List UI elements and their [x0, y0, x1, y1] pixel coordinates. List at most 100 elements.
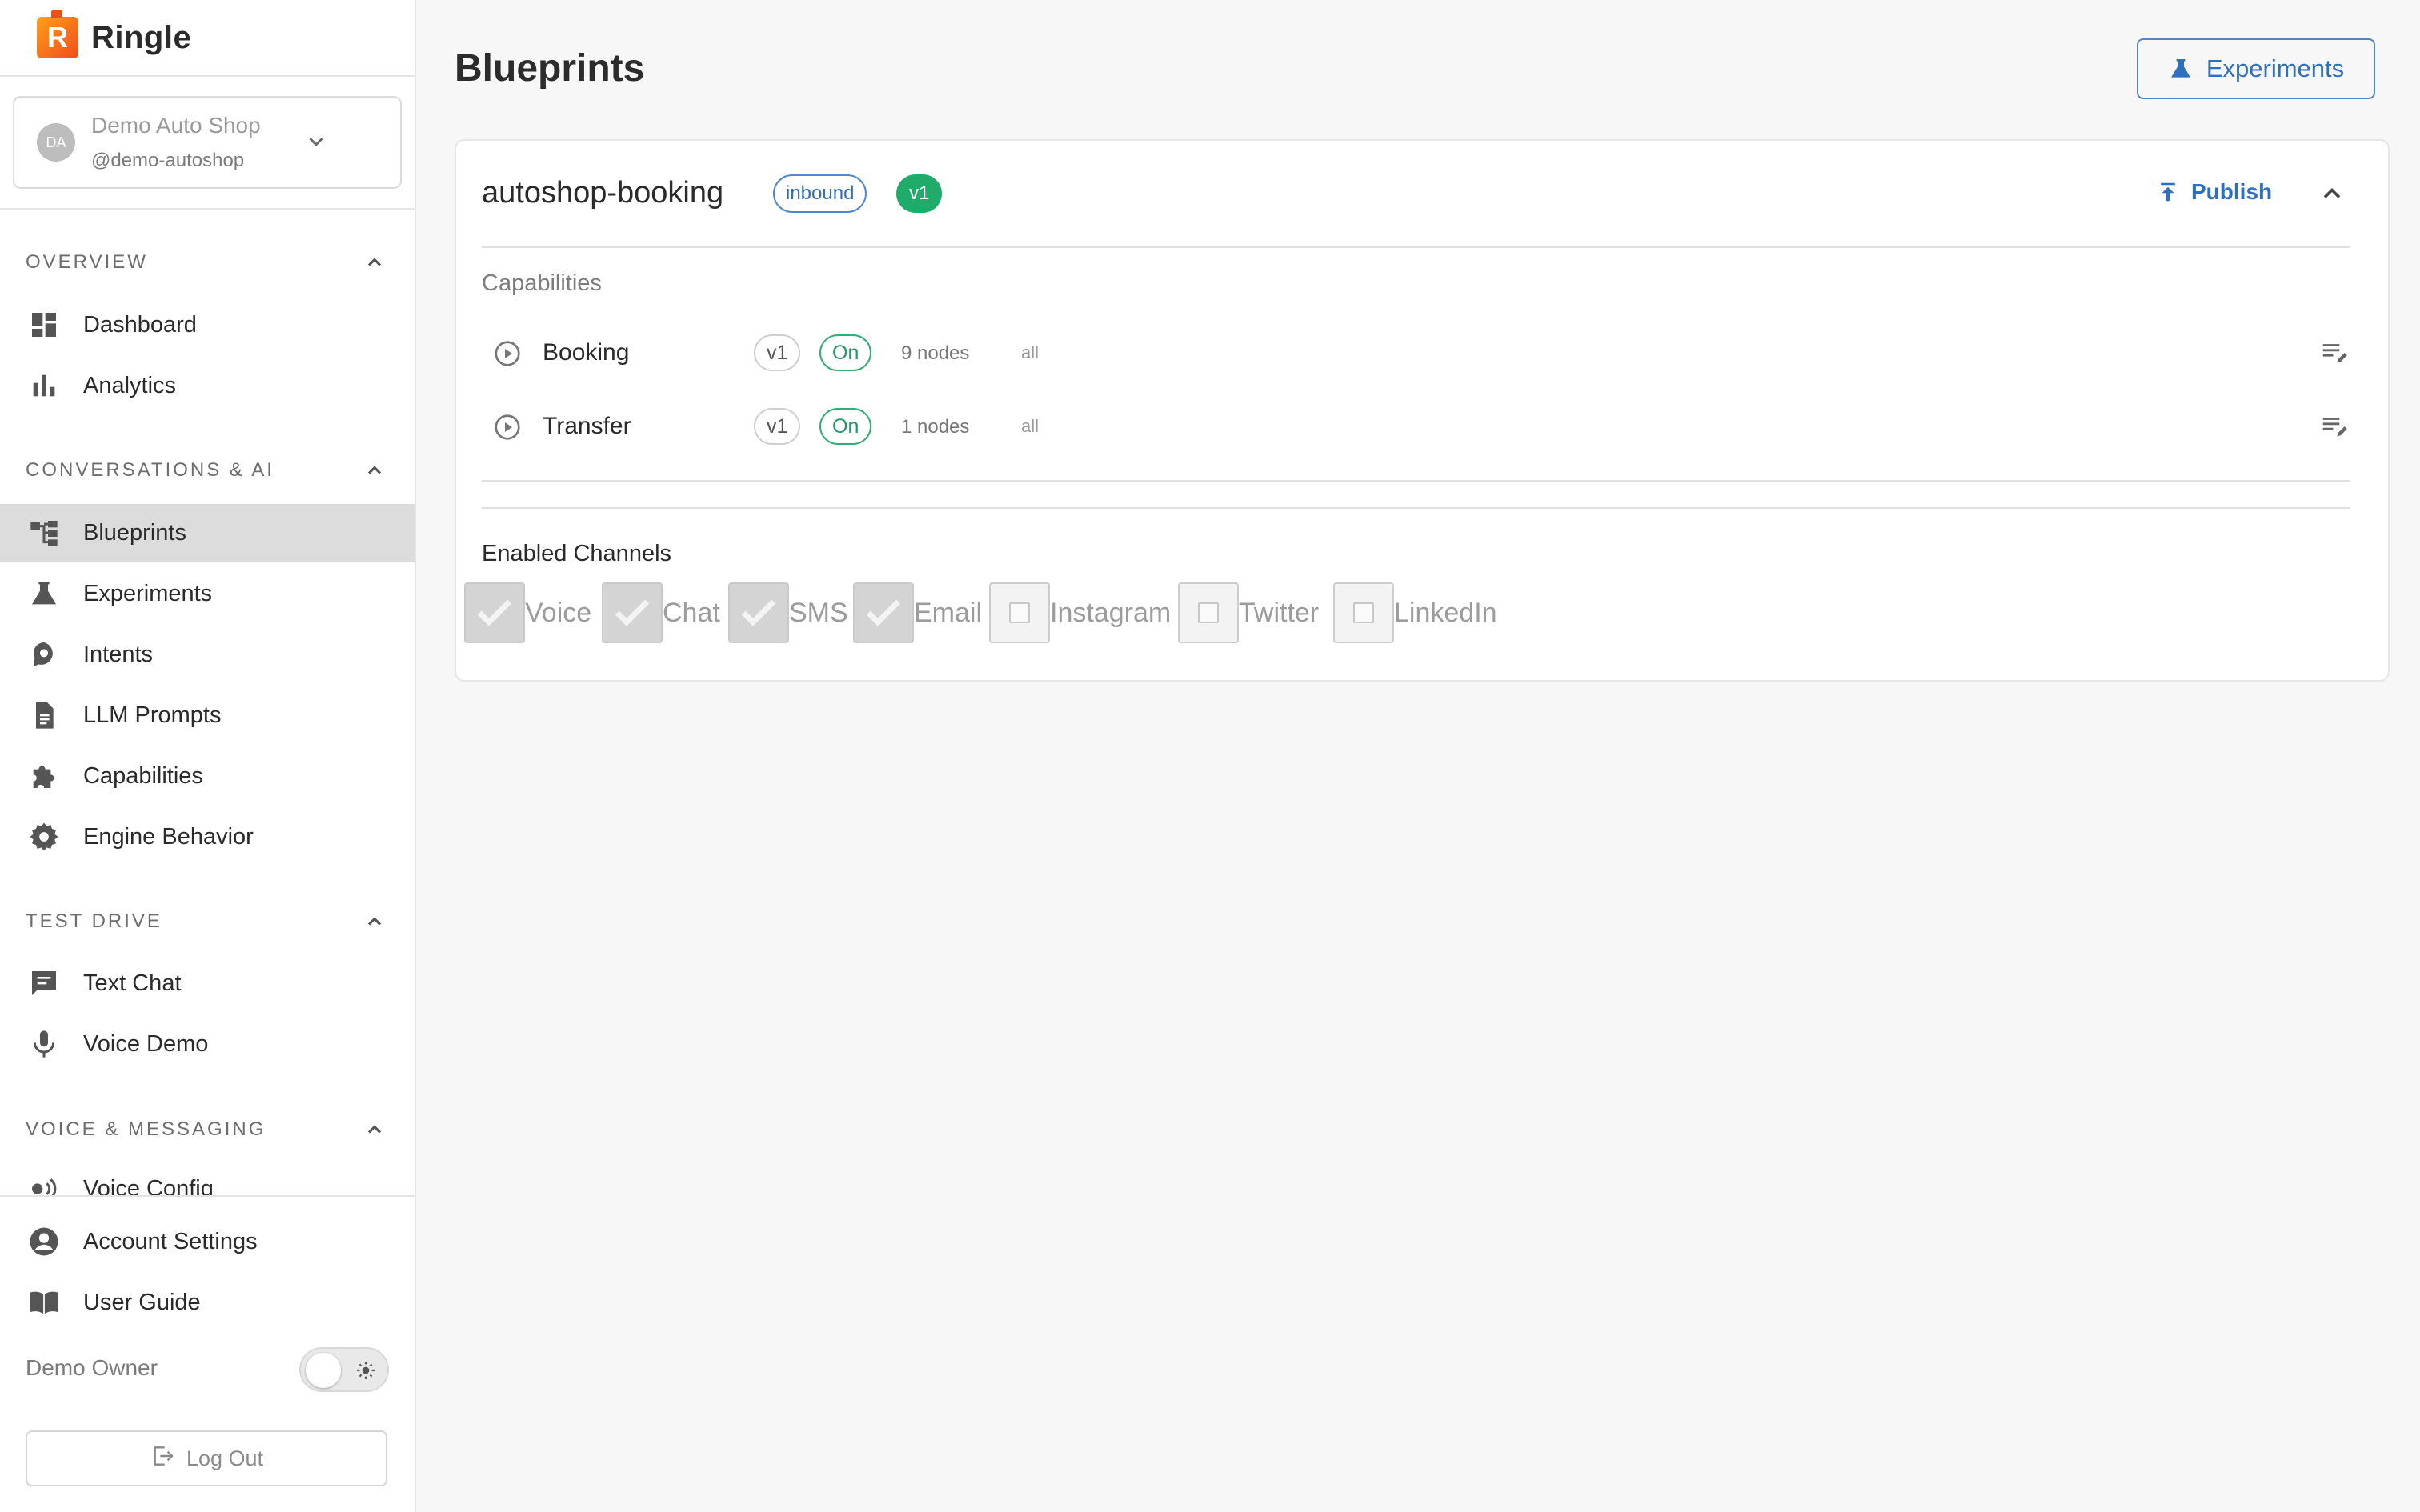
channel-instagram[interactable]: Instagram — [989, 582, 1171, 643]
edit-list-icon[interactable] — [2319, 338, 2350, 372]
sidebar-item-label: LLM Prompts — [83, 702, 222, 728]
sidebar-item-dashboard[interactable]: Dashboard — [0, 296, 415, 354]
capability-version-badge: v1 — [754, 334, 801, 371]
toggle-knob — [306, 1353, 341, 1388]
capability-scope: all — [1021, 342, 1040, 362]
sidebar-item-label: Blueprints — [83, 519, 186, 546]
capabilities-title: Capabilities — [482, 270, 602, 296]
capability-row-booking: Booking v1 On 9 nodes all — [482, 331, 2350, 376]
theme-toggle[interactable] — [299, 1347, 389, 1392]
channel-twitter[interactable]: Twitter — [1178, 582, 1319, 643]
section-title: OVERVIEW — [26, 251, 148, 273]
logo-icon: R — [37, 10, 78, 58]
chevron-up-icon — [367, 466, 382, 474]
experiments-button-label: Experiments — [2206, 54, 2345, 82]
checkbox-inner — [1009, 602, 1030, 623]
chevron-up-icon — [367, 258, 382, 266]
checkbox-checked-icon[interactable] — [464, 582, 525, 643]
section-title: TEST DRIVE — [26, 910, 162, 932]
chevron-down-icon — [304, 130, 328, 158]
flask-icon — [27, 577, 61, 610]
section-header-test-drive[interactable]: TEST DRIVE — [26, 910, 386, 933]
sidebar-item-label: Experiments — [83, 580, 213, 606]
main-content: Blueprints Experiments autoshop-booking … — [416, 0, 2420, 1512]
puzzle-icon — [27, 759, 61, 793]
sidebar-item-intents[interactable]: Intents — [0, 626, 415, 683]
chat-icon — [27, 966, 61, 1000]
sidebar-item-label: Analytics — [83, 372, 177, 398]
sidebar-item-account-settings[interactable]: Account Settings — [0, 1213, 415, 1270]
channel-label: Chat — [663, 597, 720, 628]
sidebar-item-capabilities[interactable]: Capabilities — [0, 747, 415, 805]
sidebar-item-text-chat[interactable]: Text Chat — [0, 954, 415, 1012]
channel-chat[interactable]: Chat — [602, 582, 720, 643]
brand[interactable]: R Ringle — [0, 0, 415, 77]
section-title: CONVERSATIONS & AI — [26, 459, 274, 481]
checkbox-checked-icon[interactable] — [853, 582, 914, 643]
direction-badge: inbound — [773, 174, 867, 213]
channel-label: SMS — [789, 597, 848, 628]
current-user-name: Demo Owner — [26, 1355, 158, 1380]
card-divider — [482, 246, 2350, 248]
edit-list-icon[interactable] — [2319, 411, 2350, 446]
capability-status-badge[interactable]: On — [819, 408, 872, 445]
channel-email[interactable]: Email — [853, 582, 982, 643]
capability-name: Transfer — [543, 413, 631, 439]
sidebar-item-label: Text Chat — [83, 970, 182, 996]
card-divider — [482, 480, 2350, 482]
chevron-up-icon — [367, 1125, 382, 1134]
section-header-overview[interactable]: OVERVIEW — [26, 251, 386, 274]
checkbox-unchecked-icon[interactable] — [1178, 582, 1239, 643]
channel-sms[interactable]: SMS — [728, 582, 848, 643]
sidebar-item-user-guide[interactable]: User Guide — [0, 1274, 415, 1331]
document-icon — [27, 698, 61, 732]
experiments-button[interactable]: Experiments — [2137, 38, 2375, 99]
blueprint-name: autoshop-booking — [482, 176, 724, 210]
flask-icon — [2170, 59, 2190, 78]
account-text: Demo Auto Shop @demo-autoshop — [91, 113, 261, 172]
page-title: Blueprints — [455, 47, 645, 90]
account-switcher[interactable]: DA Demo Auto Shop @demo-autoshop — [13, 96, 402, 189]
capability-row-transfer: Transfer v1 On 1 nodes all — [482, 405, 2350, 450]
chevron-up-icon[interactable] — [2318, 179, 2346, 212]
capability-node-count: 1 nodes — [901, 416, 970, 438]
checkbox-unchecked-icon[interactable] — [1333, 582, 1394, 643]
channel-label: Instagram — [1050, 597, 1172, 628]
capability-scope: all — [1021, 416, 1040, 436]
publish-button[interactable]: Publish — [2156, 179, 2272, 205]
publish-icon — [2161, 182, 2175, 202]
sidebar-item-experiments[interactable]: Experiments — [0, 565, 415, 622]
sidebar-item-label: Dashboard — [83, 311, 197, 338]
sidebar-item-label: User Guide — [83, 1289, 201, 1315]
avatar: DA — [37, 123, 75, 162]
sidebar: R Ringle DA Demo Auto Shop @demo-autosho… — [0, 0, 416, 1512]
channel-voice[interactable]: Voice — [464, 582, 591, 643]
capability-status-badge[interactable]: On — [819, 334, 872, 371]
blueprint-card: autoshop-booking inbound v1 Publish Capa… — [455, 139, 2390, 682]
sidebar-item-blueprints[interactable]: Blueprints — [0, 504, 415, 562]
brain-icon — [27, 638, 61, 671]
play-circle-icon[interactable] — [493, 339, 522, 372]
channel-linkedin[interactable]: LinkedIn — [1333, 582, 1497, 643]
checkbox-inner — [1353, 602, 1374, 623]
checkbox-unchecked-icon[interactable] — [989, 582, 1050, 643]
app-root: R Ringle DA Demo Auto Shop @demo-autosho… — [0, 0, 2420, 1512]
sidebar-item-voice-demo[interactable]: Voice Demo — [0, 1015, 415, 1073]
sidebar-item-analytics[interactable]: Analytics — [0, 357, 415, 414]
capability-version-badge: v1 — [754, 408, 801, 445]
checkbox-checked-icon[interactable] — [602, 582, 663, 643]
section-header-voice-messaging[interactable]: VOICE & MESSAGING — [26, 1118, 386, 1141]
play-circle-icon[interactable] — [493, 413, 522, 446]
sidebar-item-label: Capabilities — [83, 762, 203, 789]
sidebar-item-engine-behavior[interactable]: Engine Behavior — [0, 808, 415, 866]
checkbox-checked-icon[interactable] — [728, 582, 789, 643]
logout-label: Log Out — [186, 1446, 264, 1470]
blueprint-icon — [27, 516, 61, 550]
app-name: Ringle — [91, 19, 192, 55]
sun-icon — [355, 1360, 376, 1385]
sidebar-item-llm-prompts[interactable]: LLM Prompts — [0, 686, 415, 744]
logout-button[interactable]: Log Out — [26, 1430, 387, 1486]
section-header-conversations[interactable]: CONVERSATIONS & AI — [26, 459, 386, 482]
checkbox-inner — [1198, 602, 1219, 623]
card-divider — [482, 507, 2350, 509]
